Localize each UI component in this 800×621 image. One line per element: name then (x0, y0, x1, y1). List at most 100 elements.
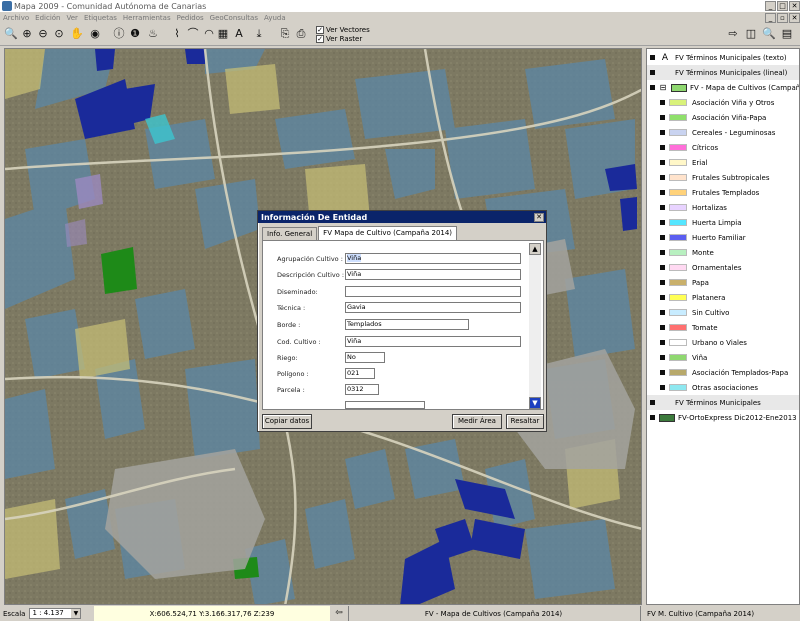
item-visibility-checkbox[interactable] (660, 385, 665, 390)
scale-select[interactable]: 1 : 4.137 ▼ (29, 608, 82, 619)
pan-hand-icon[interactable]: ✋ (70, 27, 84, 41)
legend-layer-terminos-texto[interactable]: A FV Términos Municipales (texto) (647, 50, 799, 65)
borde-field[interactable]: Templados (345, 319, 469, 330)
legend-item[interactable]: Hortalizas (647, 200, 799, 215)
item-visibility-checkbox[interactable] (660, 280, 665, 285)
arrow-right-icon[interactable]: ⇨ (726, 27, 740, 41)
area-icon[interactable]: ◠ (202, 27, 216, 41)
layer-visibility-checkbox[interactable] (650, 85, 655, 90)
menu-geoconsultas[interactable]: GeoConsultas (207, 14, 261, 22)
item-visibility-checkbox[interactable] (660, 130, 665, 135)
scroll-up-icon[interactable]: ▲ (529, 243, 541, 255)
legend-item[interactable]: Urbano o Viales (647, 335, 799, 350)
item-visibility-checkbox[interactable] (660, 355, 665, 360)
legend-item[interactable]: Papa (647, 275, 799, 290)
resaltar-button[interactable]: Resaltar (506, 414, 544, 429)
copiar-datos-button[interactable]: Copiar datos (262, 414, 312, 429)
tab-info-general[interactable]: Info. General (262, 227, 318, 241)
menu-edicion[interactable]: Edición (32, 14, 63, 22)
fire-icon[interactable]: ♨ (146, 27, 160, 41)
doc-close-button[interactable]: ✕ (789, 13, 800, 23)
menu-pedidos[interactable]: Pedidos (174, 14, 207, 22)
layer-visibility-checkbox[interactable] (650, 415, 655, 420)
minimize-button[interactable]: _ (765, 1, 776, 11)
layer-visibility-checkbox[interactable] (650, 400, 655, 405)
legend-item[interactable]: Huerta Limpia (647, 215, 799, 230)
item-visibility-checkbox[interactable] (660, 115, 665, 120)
legend-item[interactable]: Asociación Templados-Papa (647, 365, 799, 380)
legend-item[interactable]: Erial (647, 155, 799, 170)
poligono-field[interactable]: 021 (345, 368, 375, 379)
agrupacion-cultivo-field[interactable]: Viña (345, 253, 521, 264)
legend-item[interactable]: Asociación Viña y Otros (647, 95, 799, 110)
menu-ver[interactable]: Ver (64, 14, 81, 22)
item-visibility-checkbox[interactable] (660, 145, 665, 150)
menu-archivo[interactable]: Archivo (0, 14, 32, 22)
layer-visibility-checkbox[interactable] (650, 70, 655, 75)
item-visibility-checkbox[interactable] (660, 370, 665, 375)
legend-item[interactable]: Asociación Viña-Papa (647, 110, 799, 125)
print-icon[interactable]: ⎙ (294, 27, 308, 41)
copy-icon[interactable]: ⎘ (278, 27, 292, 41)
menu-ayuda[interactable]: Ayuda (261, 14, 289, 22)
chevron-down-icon[interactable]: ▼ (71, 609, 81, 618)
item-visibility-checkbox[interactable] (660, 250, 665, 255)
diseminado-field[interactable] (345, 286, 521, 297)
fields-scrollbar[interactable]: ▲ ▼ (529, 243, 541, 409)
tab-mapa-cultivo[interactable]: FV Mapa de Cultivo (Campaña 2014) (318, 226, 458, 240)
legend-item[interactable]: Frutales Templados (647, 185, 799, 200)
zoom-legend-icon[interactable]: 🔍 (762, 27, 776, 41)
gps-icon[interactable]: ⤓ (252, 27, 266, 41)
dialog-title-bar[interactable]: Información De Entidad ✕ (258, 211, 546, 223)
item-visibility-checkbox[interactable] (660, 310, 665, 315)
info-icon[interactable]: ⓘ (112, 27, 126, 41)
legend-item[interactable]: Cítricos (647, 140, 799, 155)
item-visibility-checkbox[interactable] (660, 100, 665, 105)
ver-raster-checkbox[interactable]: ✓ Ver Raster (316, 34, 370, 43)
layer-visibility-checkbox[interactable] (650, 55, 655, 60)
zoom-in-icon[interactable]: ⊕ (20, 27, 34, 41)
menu-etiquetas[interactable]: Etiquetas (81, 14, 120, 22)
zoom-out-icon[interactable]: ⊖ (36, 27, 50, 41)
item-visibility-checkbox[interactable] (660, 265, 665, 270)
legend-item[interactable]: Cereales - Leguminosas (647, 125, 799, 140)
descripcion-cultivo-field[interactable]: Viña (345, 269, 521, 280)
legend-layer-ortoexpress[interactable]: FV-OrtoExpress Dic2012-Ene2013 (25cm/pix… (647, 410, 799, 425)
legend-settings-icon[interactable]: ▤ (780, 27, 794, 41)
legend-item[interactable]: Ornamentales (647, 260, 799, 275)
close-button[interactable]: ✕ (789, 1, 800, 11)
legend-layer-terminos[interactable]: FV Términos Municipales (647, 395, 799, 410)
legend-layer-mapa-cultivos[interactable]: ⊟ FV - Mapa de Cultivos (Campaña 2014) (647, 80, 799, 95)
riego-field[interactable]: No (345, 352, 385, 363)
zoom-icon[interactable]: 🔍 (4, 27, 18, 41)
maximize-button[interactable]: □ (777, 1, 788, 11)
dialog-close-button[interactable]: ✕ (534, 212, 544, 222)
legend-item[interactable]: Otras asociaciones (647, 380, 799, 395)
refresh-icon[interactable]: ◉ (88, 27, 102, 41)
legend-item[interactable]: Viña (647, 350, 799, 365)
cod-cultivo-field[interactable]: Viña (345, 336, 521, 347)
item-visibility-checkbox[interactable] (660, 205, 665, 210)
item-visibility-checkbox[interactable] (660, 160, 665, 165)
tecnica-field[interactable]: Gavia (345, 302, 521, 313)
legend-item[interactable]: Monte (647, 245, 799, 260)
item-visibility-checkbox[interactable] (660, 340, 665, 345)
profile-icon[interactable]: ⌇ (170, 27, 184, 41)
ver-vectores-checkbox[interactable]: ✓ Ver Vectores (316, 25, 370, 34)
grid-icon[interactable]: ▦ (216, 27, 230, 41)
item-visibility-checkbox[interactable] (660, 325, 665, 330)
legend-layer-terminos-lineal[interactable]: FV Términos Municipales (lineal) (647, 65, 799, 80)
zoom-window-icon[interactable]: ⊙ (52, 27, 66, 41)
arrow-left-icon[interactable]: ⇦ (332, 608, 346, 619)
collapse-icon[interactable]: ⊟ (659, 83, 667, 92)
measure-icon[interactable]: ❶ (128, 27, 142, 41)
legend-item[interactable]: Platanera (647, 290, 799, 305)
scroll-down-icon[interactable]: ▼ (529, 397, 541, 409)
extra-field[interactable] (345, 400, 425, 409)
doc-minimize-button[interactable]: _ (765, 13, 776, 23)
item-visibility-checkbox[interactable] (660, 175, 665, 180)
doc-restore-button[interactable]: ▫ (777, 13, 788, 23)
layers-icon[interactable]: ◫ (744, 27, 758, 41)
label-icon[interactable]: A (232, 27, 246, 41)
item-visibility-checkbox[interactable] (660, 220, 665, 225)
